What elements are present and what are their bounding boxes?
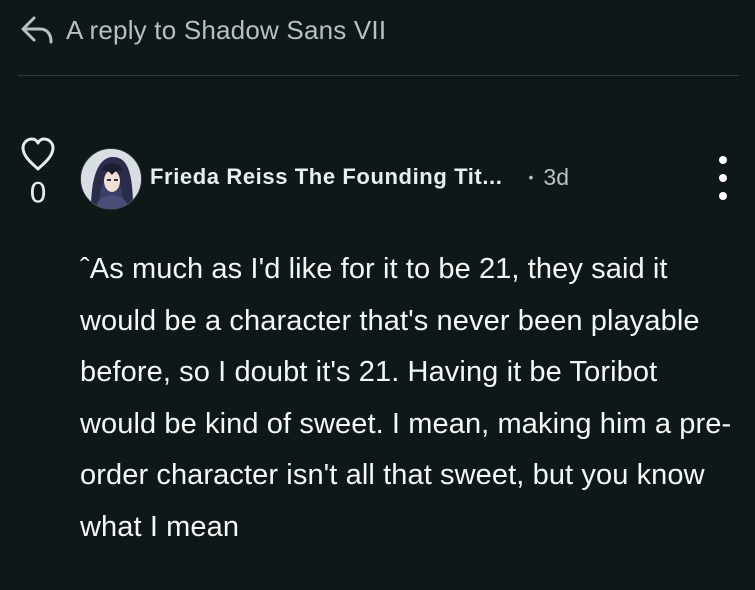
like-count: 0 xyxy=(29,176,47,209)
post-age: 3d xyxy=(543,163,569,190)
reply-context-link[interactable]: A reply to Shadow Sans VII xyxy=(18,8,386,52)
menu-dot xyxy=(719,174,727,182)
comment-body: ˆAs much as I'd like for it to be 21, th… xyxy=(80,253,732,543)
meta-separator: • xyxy=(528,169,534,185)
post-meta: Frieda Reiss The Founding Tit... • 3d xyxy=(150,160,569,194)
reply-context-label: A reply to Shadow Sans VII xyxy=(66,14,387,45)
header-divider xyxy=(18,75,739,76)
menu-dot xyxy=(719,156,727,164)
heart-outline-icon[interactable] xyxy=(19,136,57,172)
more-vertical-icon[interactable] xyxy=(712,156,734,200)
comment-screen: A reply to Shadow Sans VII 0 Frieda Reis… xyxy=(0,0,755,590)
reply-arrow-icon xyxy=(18,11,56,49)
like-control: 0 xyxy=(16,136,60,208)
user-avatar[interactable] xyxy=(80,148,142,210)
author-name[interactable]: Frieda Reiss The Founding Tit... xyxy=(150,164,503,190)
menu-dot xyxy=(719,192,727,200)
